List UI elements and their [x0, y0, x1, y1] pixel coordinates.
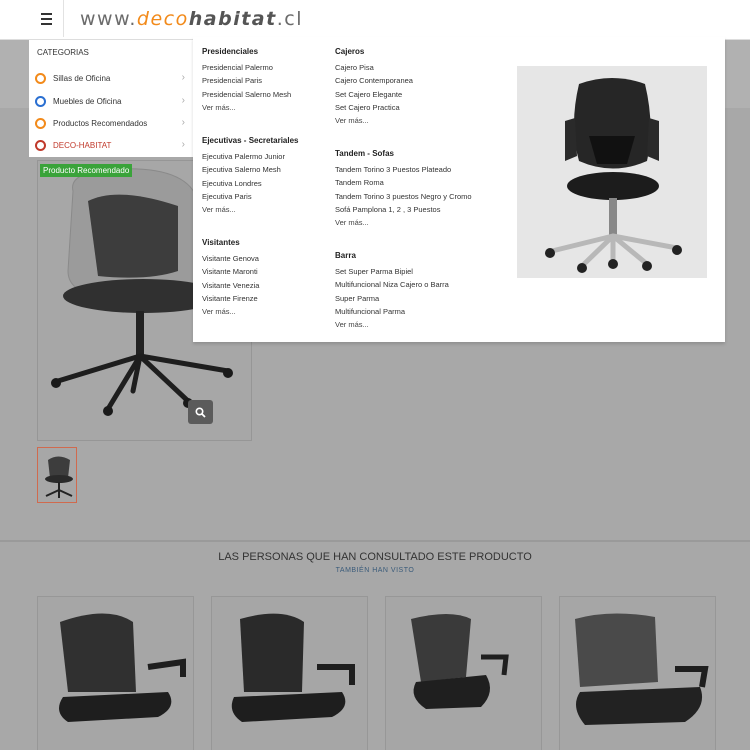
chevron-right-icon: › [181, 117, 185, 128]
related-product-card[interactable] [559, 596, 716, 750]
chair-ribbed-black-image [231, 613, 355, 722]
menu-link[interactable]: Tandem Torino 3 Puestos Plateado [335, 163, 472, 176]
product-thumbnail[interactable] [37, 447, 77, 503]
menu-link[interactable]: Set Super Parma Bipiel [335, 265, 449, 278]
menu-link[interactable]: Ejecutiva Paris [202, 190, 299, 203]
related-product-card[interactable] [211, 596, 368, 750]
ergonomic-chair-image [517, 66, 707, 278]
chair-thumb-image [45, 456, 73, 498]
menu-group-presidenciales: Presidenciales Presidencial Palermo Pres… [202, 47, 291, 114]
menu-link[interactable]: Super Parma [335, 292, 449, 305]
menu-group-visitantes: Visitantes Visitante Genova Visitante Ma… [202, 238, 259, 318]
menu-link[interactable]: Presidencial Palermo [202, 61, 291, 74]
logo-www: www. [80, 8, 137, 30]
menu-link[interactable]: Tandem Roma [335, 176, 472, 189]
menu-see-more-link[interactable]: Ver más... [335, 318, 449, 331]
logo-tld: .cl [276, 8, 303, 30]
site-header: www.decohabitat.cl [0, 0, 750, 40]
menu-group-title[interactable]: Barra [335, 251, 449, 260]
section-divider [0, 540, 750, 542]
category-item-deco-habitat[interactable]: DECO-HABITAT › [29, 134, 193, 156]
category-label: DECO-HABITAT [53, 140, 112, 150]
category-item-muebles[interactable]: Muebles de Oficina › [29, 90, 193, 112]
menu-link[interactable]: Cajero Contemporanea [335, 74, 413, 87]
related-section-subtitle: TAMBIÉN HAN VISTO [335, 567, 415, 574]
menu-link[interactable]: Set Cajero Practica [335, 101, 413, 114]
menu-see-more-link[interactable]: Ver más... [202, 101, 291, 114]
menu-group-title[interactable]: Cajeros [335, 47, 413, 56]
category-ring-icon [35, 139, 46, 151]
category-ring-icon [35, 72, 46, 84]
menu-group-title[interactable]: Visitantes [202, 238, 259, 247]
related-product-card[interactable] [385, 596, 542, 750]
categories-title: CATEGORIAS [37, 48, 89, 57]
category-item-sillas[interactable]: Sillas de Oficina › [29, 67, 193, 89]
menu-group-ejecutivas: Ejecutivas - Secretariales Ejecutiva Pal… [202, 136, 299, 216]
menu-group-cajeros: Cajeros Cajero Pisa Cajero Contemporanea… [335, 47, 413, 127]
chair-mesh-black-image [59, 613, 186, 722]
menu-link[interactable]: Visitante Venezia [202, 279, 259, 292]
menu-link[interactable]: Presidencial Paris [202, 74, 291, 87]
hamburger-menu-icon[interactable] [29, 0, 64, 37]
menu-link[interactable]: Presidencial Salerno Mesh [202, 88, 291, 101]
menu-link[interactable]: Multifuncional Niza Cajero o Barra [335, 278, 449, 291]
category-label: Sillas de Oficina [53, 73, 111, 83]
chevron-right-icon: › [181, 139, 185, 150]
categories-panel: CATEGORIAS Sillas de Oficina › Muebles d… [29, 40, 193, 157]
menu-link[interactable]: Tandem Torino 3 puestos Negro y Cromo [335, 190, 472, 203]
menu-group-barra: Barra Set Super Parma Bipiel Multifuncio… [335, 251, 449, 331]
logo-deco: deco [136, 8, 189, 30]
menu-see-more-link[interactable]: Ver más... [335, 114, 413, 127]
zoom-button[interactable] [188, 400, 213, 424]
menu-link[interactable]: Visitante Maronti [202, 265, 259, 278]
menu-see-more-link[interactable]: Ver más... [335, 216, 472, 229]
related-product-card[interactable] [37, 596, 194, 750]
menu-see-more-link[interactable]: Ver más... [202, 203, 299, 216]
menu-group-title[interactable]: Presidenciales [202, 47, 291, 56]
logo-habitat: habitat [188, 8, 277, 30]
category-label: Muebles de Oficina [53, 96, 122, 106]
menu-group-title[interactable]: Tandem - Sofas [335, 149, 472, 158]
related-section-title: LAS PERSONAS QUE HAN CONSULTADO ESTE PRO… [218, 551, 532, 563]
chair-mesh-grey-image [411, 614, 509, 709]
category-ring-icon [35, 117, 46, 129]
chevron-right-icon: › [181, 72, 185, 83]
magnifier-icon [195, 406, 206, 418]
site-logo[interactable]: www.decohabitat.cl [80, 8, 303, 30]
category-ring-icon [35, 95, 46, 107]
category-label: Productos Recomendados [53, 118, 148, 128]
menu-link[interactable]: Visitante Firenze [202, 292, 259, 305]
menu-group-title[interactable]: Ejecutivas - Secretariales [202, 136, 299, 145]
menu-group-tandem: Tandem - Sofas Tandem Torino 3 Puestos P… [335, 149, 472, 229]
chevron-right-icon: › [181, 95, 185, 106]
menu-link[interactable]: Visitante Genova [202, 252, 259, 265]
menu-link[interactable]: Ejecutiva Londres [202, 177, 299, 190]
menu-link[interactable]: Cajero Pisa [335, 61, 413, 74]
menu-link[interactable]: Ejecutiva Salerno Mesh [202, 163, 299, 176]
menu-link[interactable]: Ejecutiva Palermo Junior [202, 150, 299, 163]
menu-link[interactable]: Set Cajero Elegante [335, 88, 413, 101]
menu-link[interactable]: Sofá Pamplona 1, 2 , 3 Puestos [335, 203, 472, 216]
menu-promo-image[interactable] [517, 66, 707, 278]
category-item-recomendados[interactable]: Productos Recomendados › [29, 112, 193, 134]
chair-fabric-grey-image [575, 613, 709, 725]
menu-see-more-link[interactable]: Ver más... [202, 305, 259, 318]
recommended-badge: Producto Recomendado [40, 164, 133, 177]
menu-link[interactable]: Multifuncional Parma [335, 305, 449, 318]
